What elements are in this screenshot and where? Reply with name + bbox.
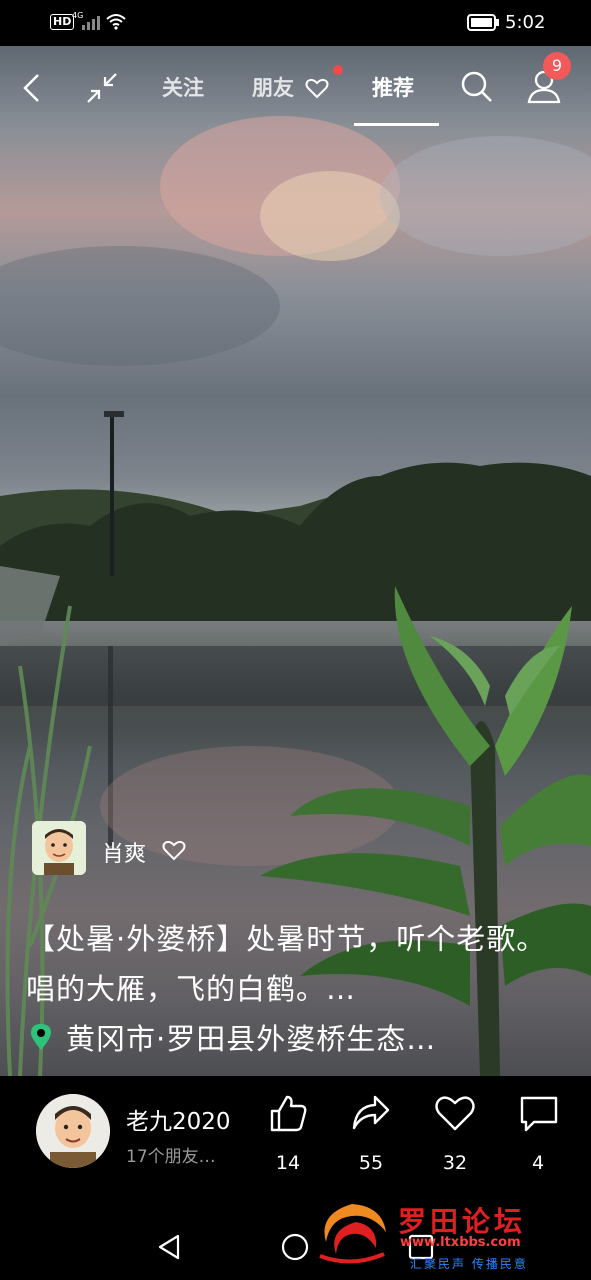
comment-icon[interactable] xyxy=(518,1093,560,1135)
cartoon-face-image xyxy=(36,1094,110,1168)
tab-following[interactable]: 关注 xyxy=(162,72,204,102)
forum-logo-icon xyxy=(319,1204,386,1264)
comment-count: 4 xyxy=(531,1152,545,1174)
search-icon[interactable] xyxy=(460,70,494,104)
tab-underline xyxy=(354,123,439,126)
post-location[interactable]: 黄冈市·罗田县外婆桥生态… xyxy=(66,1016,436,1058)
home-circle-icon[interactable] xyxy=(281,1233,309,1261)
wifi-icon xyxy=(106,14,126,30)
notification-dot xyxy=(333,65,343,75)
watermark-title: 罗田论坛 xyxy=(398,1205,527,1238)
author-name[interactable]: 肖爽 xyxy=(102,836,146,868)
like-count: 14 xyxy=(275,1152,301,1174)
watermark-slogan: 汇聚民声 传播民意 xyxy=(410,1257,528,1271)
post-caption[interactable]: 【处暑·外婆桥】处暑时节，听个老歌。唱的大雁，飞的白鹤。… xyxy=(26,914,571,1014)
tab-friends[interactable]: 朋友 xyxy=(252,72,294,102)
collapse-icon[interactable] xyxy=(84,70,120,106)
location-pin-icon xyxy=(31,1024,51,1050)
share-count: 55 xyxy=(358,1152,384,1174)
watermark-url: www.ltxbbs.com xyxy=(400,1235,521,1250)
heart-icon xyxy=(305,78,329,99)
top-nav xyxy=(0,46,591,128)
author-avatar[interactable] xyxy=(32,821,86,875)
poster-subtitle: 17个朋友… xyxy=(126,1147,216,1167)
notification-badge: 9 xyxy=(543,52,571,80)
favorite-heart-icon[interactable] xyxy=(434,1093,476,1133)
like-icon[interactable] xyxy=(268,1093,308,1133)
cartoon-face-image xyxy=(32,821,86,875)
clock: 5:02 xyxy=(505,12,546,33)
tab-recommended[interactable]: 推荐 xyxy=(372,72,414,102)
poster-name[interactable]: 老九2020 xyxy=(126,1102,231,1136)
poster-avatar[interactable] xyxy=(36,1094,110,1168)
favorite-count: 32 xyxy=(442,1152,468,1174)
share-icon[interactable] xyxy=(351,1093,391,1133)
back-triangle-icon[interactable] xyxy=(156,1233,182,1261)
battery-icon xyxy=(467,14,499,31)
hd-indicator: HD xyxy=(50,14,75,30)
status-bar: HD 4G 5:02 xyxy=(0,0,591,46)
follow-heart-icon[interactable] xyxy=(162,839,186,861)
back-icon[interactable] xyxy=(20,72,44,104)
signal-icon xyxy=(82,16,100,30)
